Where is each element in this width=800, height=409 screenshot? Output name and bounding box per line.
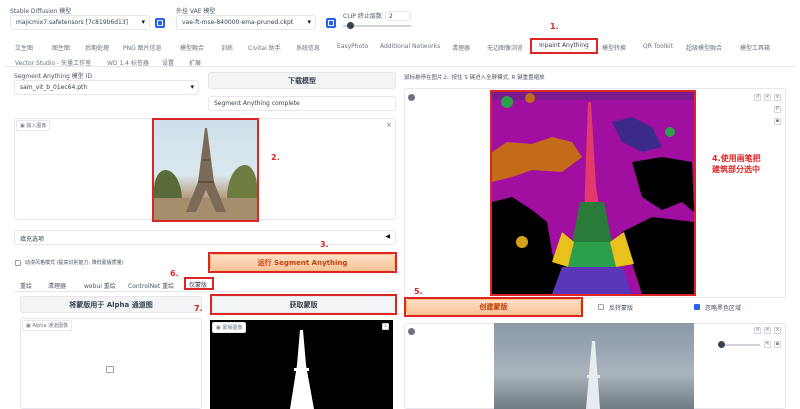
mask-image-panel[interactable] — [210, 320, 393, 409]
invert-mask-checkbox[interactable] — [598, 304, 604, 310]
color-icon[interactable]: ▪ — [774, 118, 781, 125]
alpha-channel-button[interactable]: 将蒙版用于 Alpha 通道图 — [20, 296, 202, 313]
anime-mode-checkbox[interactable] — [15, 260, 21, 266]
brush-icon[interactable]: ✎ — [764, 341, 771, 348]
ignore-black-checkbox[interactable] — [694, 304, 700, 310]
fill-options-label: 填充选项 — [20, 236, 45, 243]
annotation-box-create-mask — [404, 297, 583, 317]
clear-icon[interactable]: × — [764, 94, 771, 101]
annotation-4-line1: 4.使用画笔把 — [712, 154, 761, 163]
tab-inpaint-anything[interactable]: Inpaint Anything — [530, 38, 598, 54]
sd-model-select[interactable]: majicmix7.safetensors [7c819b6d13] ▾ — [10, 15, 150, 30]
annotation-6: 6. — [170, 269, 179, 278]
subtab-inpaint[interactable]: 重绘 — [20, 281, 32, 290]
annotation-2: 2. — [271, 153, 280, 162]
download-icon[interactable]: ↓ — [382, 323, 389, 330]
clear-icon[interactable]: × — [764, 327, 771, 334]
ignore-black-label: 忽略黑色区域 — [705, 305, 742, 312]
tab-easyphoto[interactable]: EasyPhoto — [337, 43, 368, 50]
close-icon[interactable]: × — [774, 94, 781, 101]
mask-image-tag: ▣ 蒙版图像 — [212, 322, 247, 333]
hover-hint: 鼠标悬停在图片上: 按住 S 键进入全屏模式, R 键重置缩放 — [404, 75, 545, 81]
subtab-mask-only-label: 仅蒙版 — [189, 282, 208, 289]
subtab-webui-inpaint[interactable]: webui 重绘 — [84, 281, 116, 290]
annotation-7: 7. — [194, 304, 203, 313]
clip-slider-handle[interactable] — [347, 22, 354, 29]
tab-cleaner[interactable]: 清理器 — [452, 43, 470, 52]
chevron-down-icon: ▾ — [190, 83, 194, 91]
annotation-1: 1. — [550, 22, 559, 31]
chevron-down-icon: ▾ — [307, 18, 311, 26]
tab-system-info[interactable]: 系统信息 — [296, 43, 320, 52]
undo-icon[interactable]: ↺ — [754, 327, 761, 334]
sd-model-label: Stable Diffusion 模型 — [10, 8, 72, 15]
info-icon — [408, 328, 415, 335]
tab-inpaint-anything-label: Inpaint Anything — [539, 42, 589, 49]
annotation-box-segmented — [490, 90, 696, 296]
tab-train[interactable]: 训练 — [221, 43, 233, 52]
annotation-box-input — [152, 118, 259, 222]
tab-civitai[interactable]: Civitai 助手 — [248, 43, 281, 52]
tab-model-toolbox[interactable]: 模型工具箱 — [740, 43, 770, 52]
tab-txt2img[interactable]: 文生图 — [15, 43, 33, 52]
clip-input[interactable]: 2 — [385, 11, 411, 21]
brush-size-slider-track[interactable] — [720, 344, 760, 346]
subtab-mask-only[interactable]: 仅蒙版 — [184, 277, 214, 290]
alpha-image-panel[interactable] — [20, 318, 202, 409]
invert-mask-label: 反转蒙版 — [609, 305, 634, 312]
caret-left-icon: ◀ — [385, 233, 390, 240]
editor-photo[interactable] — [494, 323, 694, 409]
status-text: Segment Anything complete — [208, 96, 396, 111]
refresh-vae-button[interactable] — [326, 18, 336, 28]
close-icon[interactable]: × — [774, 327, 781, 334]
tab-png-info[interactable]: PNG 图片信息 — [123, 43, 162, 52]
subtab-controlnet-inpaint[interactable]: ControlNet 重绘 — [128, 281, 174, 290]
tab-super-merge[interactable]: 超级模型融合 — [686, 43, 722, 52]
vae-label: 外挂 VAE 模型 — [176, 8, 216, 15]
alpha-image-tag: ▣ Alpha 通道图像 — [22, 320, 73, 331]
input-image-tag: ▣ 输入图像 — [16, 120, 51, 131]
annotation-3: 3. — [320, 240, 329, 249]
subtab-divider — [14, 291, 396, 292]
sam-model-label: Segment Anything 模型 ID — [14, 73, 93, 80]
chevron-down-icon: ▾ — [141, 18, 145, 26]
tab-merge[interactable]: 模型融合 — [180, 43, 204, 52]
tab-model-convert[interactable]: 模型转换 — [602, 43, 626, 52]
anime-mode-label: 动漫风格模式 (提高识别能力, 降低蒙版质量) — [25, 260, 124, 266]
tab-image-browser[interactable]: 无边图像浏览 — [487, 43, 523, 52]
fill-options-accordion[interactable]: 填充选项 ◀ — [14, 230, 396, 245]
close-icon[interactable]: × — [386, 121, 392, 129]
sam-model-value: sam_vit_b_01ec64.pth — [20, 84, 88, 91]
subtab-cleaner[interactable]: 清理器 — [48, 281, 66, 290]
refresh-model-button[interactable] — [155, 18, 165, 28]
vae-select[interactable]: vae-ft-mse-840000-ema-pruned.ckpt ▾ — [176, 15, 316, 30]
image-placeholder-icon — [106, 366, 114, 373]
tab-additional-networks[interactable]: Additional Networks — [380, 43, 440, 50]
tab-qr-toolkit[interactable]: QR Toolkit — [643, 43, 673, 50]
annotation-box-get-mask — [210, 294, 397, 315]
brush-size-icon[interactable]: P — [774, 106, 781, 113]
sd-model-value: majicmix7.safetensors [7c819b6d13] — [16, 19, 129, 26]
undo-icon[interactable]: ↺ — [754, 94, 761, 101]
tab-extras[interactable]: 后期处理 — [85, 43, 109, 52]
tab-divider — [5, 66, 795, 67]
vae-value: vae-ft-mse-840000-ema-pruned.ckpt — [182, 19, 294, 26]
annotation-box-run — [208, 252, 397, 273]
info-icon — [408, 94, 415, 101]
tab-img2img[interactable]: 图生图 — [52, 43, 70, 52]
annotation-5: 5. — [414, 287, 423, 296]
sam-model-select[interactable]: sam_vit_b_01ec64.pth ▾ — [14, 80, 199, 95]
brush-size-slider-handle[interactable] — [718, 341, 725, 348]
annotation-4-line2: 建筑部分选中 — [712, 165, 760, 174]
download-model-button[interactable]: 下载模型 — [208, 72, 396, 89]
clip-label: CLIP 终止层数 — [343, 13, 382, 20]
color-icon[interactable]: ▪ — [774, 341, 781, 348]
